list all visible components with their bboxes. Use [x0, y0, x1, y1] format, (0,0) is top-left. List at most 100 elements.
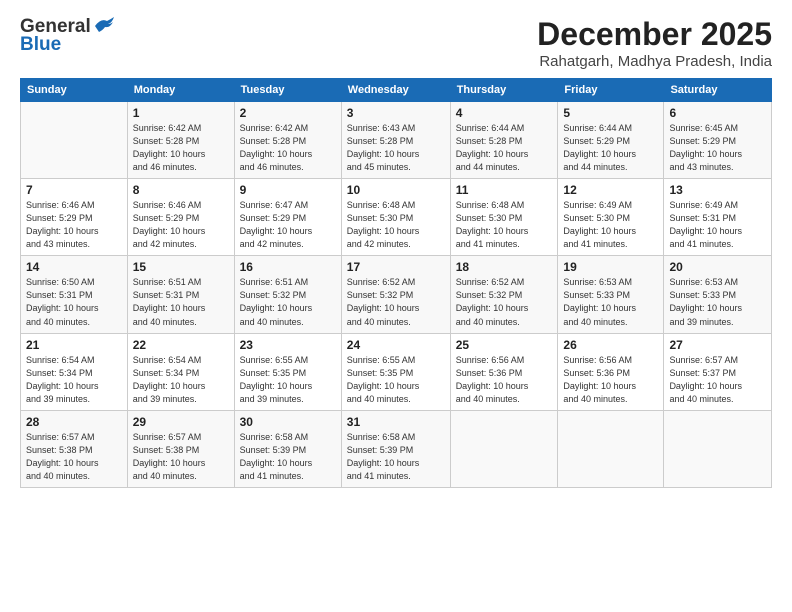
calendar-cell: 3Sunrise: 6:43 AM Sunset: 5:28 PM Daylig… — [341, 102, 450, 179]
day-info: Sunrise: 6:56 AM Sunset: 5:36 PM Dayligh… — [456, 354, 553, 406]
calendar-cell: 7 Sunrise: 6:46 AM Sunset: 5:29 PM Daylig… — [21, 179, 128, 256]
day-number: 14 — [26, 260, 122, 274]
calendar-cell: 21 Sunrise: 6:54 AM Sunset: 5:34 PM Dayli… — [21, 333, 128, 410]
calendar-cell: 4Sunrise: 6:44 AM Sunset: 5:28 PM Daylig… — [450, 102, 558, 179]
day-info: Sunrise: 6:44 AM Sunset: 5:29 PM Dayligh… — [563, 122, 658, 174]
day-number: 19 — [563, 260, 658, 274]
day-number: 9 — [240, 183, 336, 197]
weekday-header-wednesday: Wednesday — [341, 79, 450, 102]
calendar-cell: 9 Sunrise: 6:47 AM Sunset: 5:29 PM Daylig… — [234, 179, 341, 256]
calendar-week-row: 7 Sunrise: 6:46 AM Sunset: 5:29 PM Daylig… — [21, 179, 772, 256]
calendar-table: SundayMondayTuesdayWednesdayThursdayFrid… — [20, 78, 772, 488]
location-title: Rahatgarh, Madhya Pradesh, India — [537, 53, 772, 70]
calendar-cell: 25Sunrise: 6:56 AM Sunset: 5:36 PM Dayli… — [450, 333, 558, 410]
day-number: 1 — [133, 106, 229, 120]
day-number: 23 — [240, 338, 336, 352]
calendar-cell: 30 Sunrise: 6:58 AM Sunset: 5:39 PM Dayli… — [234, 410, 341, 487]
day-info: Sunrise: 6:49 AM Sunset: 5:30 PM Dayligh… — [563, 199, 658, 251]
day-number: 30 — [240, 415, 336, 429]
calendar-cell: 10 Sunrise: 6:48 AM Sunset: 5:30 PM Dayli… — [341, 179, 450, 256]
day-info: Sunrise: 6:52 AM Sunset: 5:32 PM Dayligh… — [456, 276, 553, 328]
calendar-cell — [558, 410, 664, 487]
calendar-cell: 18 Sunrise: 6:52 AM Sunset: 5:32 PM Dayli… — [450, 256, 558, 333]
calendar-cell: 17 Sunrise: 6:52 AM Sunset: 5:32 PM Dayli… — [341, 256, 450, 333]
day-info: Sunrise: 6:58 AM Sunset: 5:39 PM Dayligh… — [240, 431, 336, 483]
calendar-cell: 20Sunrise: 6:53 AM Sunset: 5:33 PM Dayli… — [664, 256, 772, 333]
header: General Blue December 2025 Rahatgarh, Ma… — [20, 16, 772, 70]
calendar-cell: 11 Sunrise: 6:48 AM Sunset: 5:30 PM Dayli… — [450, 179, 558, 256]
day-number: 22 — [133, 338, 229, 352]
weekday-header-sunday: Sunday — [21, 79, 128, 102]
day-number: 28 — [26, 415, 122, 429]
day-info: Sunrise: 6:53 AM Sunset: 5:33 PM Dayligh… — [563, 276, 658, 328]
day-info: Sunrise: 6:54 AM Sunset: 5:34 PM Dayligh… — [26, 354, 122, 406]
day-number: 11 — [456, 183, 553, 197]
calendar-cell: 29 Sunrise: 6:57 AM Sunset: 5:38 PM Dayli… — [127, 410, 234, 487]
day-number: 26 — [563, 338, 658, 352]
calendar-cell: 23Sunrise: 6:55 AM Sunset: 5:35 PM Dayli… — [234, 333, 341, 410]
day-info: Sunrise: 6:57 AM Sunset: 5:38 PM Dayligh… — [133, 431, 229, 483]
day-info: Sunrise: 6:55 AM Sunset: 5:35 PM Dayligh… — [347, 354, 445, 406]
day-info: Sunrise: 6:53 AM Sunset: 5:33 PM Dayligh… — [669, 276, 766, 328]
day-number: 15 — [133, 260, 229, 274]
logo-bird-icon — [93, 16, 115, 34]
calendar-cell: 22 Sunrise: 6:54 AM Sunset: 5:34 PM Dayli… — [127, 333, 234, 410]
day-number: 7 — [26, 183, 122, 197]
calendar-cell: 2Sunrise: 6:42 AM Sunset: 5:28 PM Daylig… — [234, 102, 341, 179]
day-number: 12 — [563, 183, 658, 197]
month-title: December 2025 — [537, 16, 772, 53]
calendar-cell: 24 Sunrise: 6:55 AM Sunset: 5:35 PM Dayli… — [341, 333, 450, 410]
day-info: Sunrise: 6:46 AM Sunset: 5:29 PM Dayligh… — [26, 199, 122, 251]
calendar-cell: 1 Sunrise: 6:42 AM Sunset: 5:28 PM Daylig… — [127, 102, 234, 179]
day-number: 10 — [347, 183, 445, 197]
calendar-cell: 26 Sunrise: 6:56 AM Sunset: 5:36 PM Dayli… — [558, 333, 664, 410]
day-info: Sunrise: 6:45 AM Sunset: 5:29 PM Dayligh… — [669, 122, 766, 174]
calendar-cell: 27 Sunrise: 6:57 AM Sunset: 5:37 PM Dayli… — [664, 333, 772, 410]
day-number: 27 — [669, 338, 766, 352]
weekday-header-tuesday: Tuesday — [234, 79, 341, 102]
day-info: Sunrise: 6:49 AM Sunset: 5:31 PM Dayligh… — [669, 199, 766, 251]
day-number: 24 — [347, 338, 445, 352]
calendar-cell: 6 Sunrise: 6:45 AM Sunset: 5:29 PM Daylig… — [664, 102, 772, 179]
day-number: 16 — [240, 260, 336, 274]
weekday-header-friday: Friday — [558, 79, 664, 102]
day-number: 8 — [133, 183, 229, 197]
day-number: 13 — [669, 183, 766, 197]
day-info: Sunrise: 6:57 AM Sunset: 5:38 PM Dayligh… — [26, 431, 122, 483]
day-number: 29 — [133, 415, 229, 429]
day-info: Sunrise: 6:51 AM Sunset: 5:32 PM Dayligh… — [240, 276, 336, 328]
logo: General Blue — [20, 16, 115, 56]
calendar-week-row: 28 Sunrise: 6:57 AM Sunset: 5:38 PM Dayli… — [21, 410, 772, 487]
calendar-cell: 19 Sunrise: 6:53 AM Sunset: 5:33 PM Dayli… — [558, 256, 664, 333]
day-info: Sunrise: 6:46 AM Sunset: 5:29 PM Dayligh… — [133, 199, 229, 251]
day-number: 4 — [456, 106, 553, 120]
weekday-header-row: SundayMondayTuesdayWednesdayThursdayFrid… — [21, 79, 772, 102]
calendar-cell: 8 Sunrise: 6:46 AM Sunset: 5:29 PM Daylig… — [127, 179, 234, 256]
day-number: 6 — [669, 106, 766, 120]
calendar-cell: 28 Sunrise: 6:57 AM Sunset: 5:38 PM Dayli… — [21, 410, 128, 487]
day-info: Sunrise: 6:56 AM Sunset: 5:36 PM Dayligh… — [563, 354, 658, 406]
day-info: Sunrise: 6:57 AM Sunset: 5:37 PM Dayligh… — [669, 354, 766, 406]
day-info: Sunrise: 6:42 AM Sunset: 5:28 PM Dayligh… — [240, 122, 336, 174]
day-info: Sunrise: 6:51 AM Sunset: 5:31 PM Dayligh… — [133, 276, 229, 328]
calendar-cell — [450, 410, 558, 487]
day-number: 17 — [347, 260, 445, 274]
weekday-header-monday: Monday — [127, 79, 234, 102]
calendar-cell: 13 Sunrise: 6:49 AM Sunset: 5:31 PM Dayli… — [664, 179, 772, 256]
day-number: 21 — [26, 338, 122, 352]
day-info: Sunrise: 6:52 AM Sunset: 5:32 PM Dayligh… — [347, 276, 445, 328]
day-info: Sunrise: 6:48 AM Sunset: 5:30 PM Dayligh… — [456, 199, 553, 251]
day-info: Sunrise: 6:54 AM Sunset: 5:34 PM Dayligh… — [133, 354, 229, 406]
calendar-cell: 5 Sunrise: 6:44 AM Sunset: 5:29 PM Daylig… — [558, 102, 664, 179]
day-info: Sunrise: 6:42 AM Sunset: 5:28 PM Dayligh… — [133, 122, 229, 174]
day-number: 3 — [347, 106, 445, 120]
day-number: 5 — [563, 106, 658, 120]
day-info: Sunrise: 6:50 AM Sunset: 5:31 PM Dayligh… — [26, 276, 122, 328]
calendar-page: General Blue December 2025 Rahatgarh, Ma… — [0, 0, 792, 612]
day-info: Sunrise: 6:48 AM Sunset: 5:30 PM Dayligh… — [347, 199, 445, 251]
day-number: 18 — [456, 260, 553, 274]
calendar-cell: 31Sunrise: 6:58 AM Sunset: 5:39 PM Dayli… — [341, 410, 450, 487]
weekday-header-saturday: Saturday — [664, 79, 772, 102]
day-info: Sunrise: 6:47 AM Sunset: 5:29 PM Dayligh… — [240, 199, 336, 251]
calendar-cell: 12 Sunrise: 6:49 AM Sunset: 5:30 PM Dayli… — [558, 179, 664, 256]
